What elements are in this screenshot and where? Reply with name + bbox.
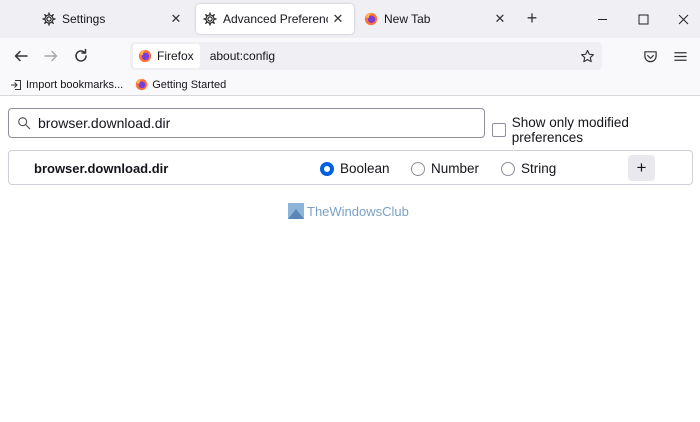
gear-icon bbox=[203, 12, 217, 26]
gear-icon bbox=[42, 12, 56, 26]
tab-label: Settings bbox=[62, 12, 106, 26]
new-preference-row: browser.download.dir Boolean Number Stri… bbox=[8, 150, 693, 185]
radio-label: Boolean bbox=[340, 161, 390, 176]
firefox-icon bbox=[135, 78, 148, 91]
type-radio-boolean[interactable]: Boolean bbox=[320, 161, 390, 176]
radio-label: Number bbox=[431, 161, 480, 176]
import-icon bbox=[10, 79, 22, 91]
watermark: TheWindowsClub bbox=[288, 203, 409, 219]
pocket-icon bbox=[643, 50, 657, 62]
radio-label: String bbox=[521, 161, 557, 176]
close-icon[interactable]: ✕ bbox=[166, 9, 186, 29]
bookmark-star-icon[interactable] bbox=[576, 45, 598, 67]
tab-advanced-preferences[interactable]: Advanced Preferences ✕ bbox=[196, 4, 354, 34]
back-button[interactable] bbox=[9, 44, 33, 68]
close-window-button[interactable] bbox=[671, 8, 695, 30]
add-preference-button[interactable]: + bbox=[628, 155, 655, 181]
tab-label: Advanced Preferences bbox=[223, 12, 328, 26]
forward-button[interactable] bbox=[39, 44, 63, 68]
show-modified-toggle[interactable]: Show only modified preferences bbox=[492, 115, 700, 145]
url-text[interactable]: about:config bbox=[210, 49, 576, 63]
close-icon[interactable]: ✕ bbox=[328, 9, 348, 29]
firefox-icon bbox=[138, 49, 152, 63]
radio-button[interactable] bbox=[320, 161, 334, 176]
tab-label: New Tab bbox=[384, 12, 431, 26]
radio-button[interactable] bbox=[411, 161, 425, 176]
windows-club-logo-icon bbox=[288, 203, 304, 219]
bookmark-import[interactable]: Import bookmarks... bbox=[10, 79, 123, 91]
pocket-button[interactable] bbox=[638, 44, 662, 68]
radio-button[interactable] bbox=[501, 161, 515, 176]
show-modified-checkbox[interactable] bbox=[492, 123, 506, 137]
bookmark-label: Getting Started bbox=[152, 78, 227, 91]
new-tab-button[interactable]: + bbox=[522, 9, 542, 29]
bookmark-label: Import bookmarks... bbox=[26, 78, 124, 91]
maximize-button[interactable] bbox=[631, 8, 655, 30]
bookmark-getting-started[interactable]: Getting Started bbox=[135, 78, 226, 91]
back-arrow-icon bbox=[14, 50, 28, 62]
tab-settings[interactable]: Settings ✕ bbox=[30, 4, 192, 34]
tab-new-tab[interactable]: New Tab ✕ bbox=[356, 4, 516, 34]
url-bar[interactable]: Firefox about:config bbox=[130, 42, 602, 70]
type-radio-string[interactable]: String bbox=[501, 161, 556, 176]
preference-search-input[interactable] bbox=[38, 115, 458, 131]
preference-search-box[interactable] bbox=[8, 108, 485, 138]
preference-name: browser.download.dir bbox=[34, 161, 169, 176]
nav-bar: Firefox about:config bbox=[0, 38, 700, 74]
tab-strip: Settings ✕ Advanced Preferences ✕ New Ta… bbox=[0, 0, 700, 38]
close-icon[interactable]: ✕ bbox=[490, 9, 510, 29]
identity-box[interactable]: Firefox bbox=[133, 44, 200, 68]
show-modified-label: Show only modified preferences bbox=[511, 115, 629, 145]
watermark-text: TheWindowsClub bbox=[307, 203, 409, 219]
reload-icon bbox=[75, 48, 87, 62]
firefox-icon bbox=[364, 12, 378, 26]
identity-label: Firefox bbox=[157, 49, 194, 63]
reload-button[interactable] bbox=[69, 44, 93, 68]
minimize-button[interactable] bbox=[590, 8, 614, 30]
type-radio-number[interactable]: Number bbox=[411, 161, 479, 176]
hamburger-icon bbox=[673, 51, 687, 61]
forward-arrow-icon bbox=[44, 50, 58, 62]
bookmarks-toolbar: Import bookmarks... Getting Started bbox=[0, 74, 700, 96]
search-icon bbox=[17, 116, 31, 130]
menu-button[interactable] bbox=[668, 44, 692, 68]
